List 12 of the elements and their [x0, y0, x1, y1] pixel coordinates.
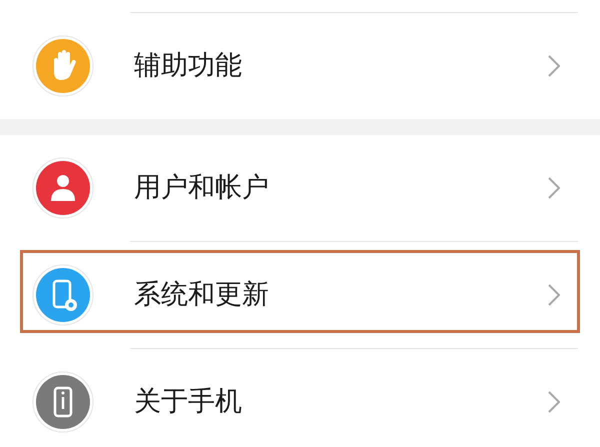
chevron-icon	[548, 55, 560, 77]
chevron-icon	[548, 177, 560, 199]
row-label: 关于手机	[134, 384, 243, 419]
settings-row[interactable]: 用户和帐户	[0, 135, 600, 241]
row-label: 用户和帐户	[134, 170, 270, 205]
row-label: 系统和更新	[134, 278, 270, 312]
settings-row[interactable]: 关于手机	[0, 349, 600, 447]
settings-row[interactable]: 辅助功能	[0, 13, 600, 119]
chevron-icon	[548, 391, 560, 413]
chevron-icon	[548, 284, 560, 306]
settings-row[interactable]: 系统和更新	[0, 242, 600, 348]
row-label: 辅助功能	[134, 48, 243, 83]
